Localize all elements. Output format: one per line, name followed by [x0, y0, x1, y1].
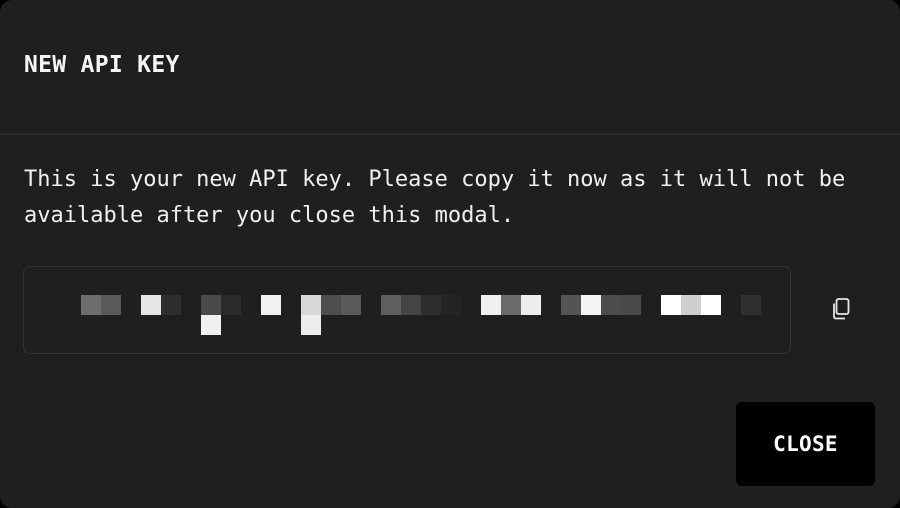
copy-button[interactable]	[822, 290, 860, 328]
modal-message: This is your new API key. Please copy it…	[24, 167, 846, 228]
modal-title: NEW API KEY	[24, 52, 180, 78]
api-key-modal: NEW API KEY This is your new API key. Pl…	[0, 0, 900, 508]
close-button[interactable]: CLOSE	[736, 402, 875, 486]
api-key-redacted-value	[24, 267, 790, 353]
modal-header: NEW API KEY	[0, 0, 900, 135]
api-key-field[interactable]	[23, 266, 791, 354]
copy-icon	[833, 298, 850, 320]
